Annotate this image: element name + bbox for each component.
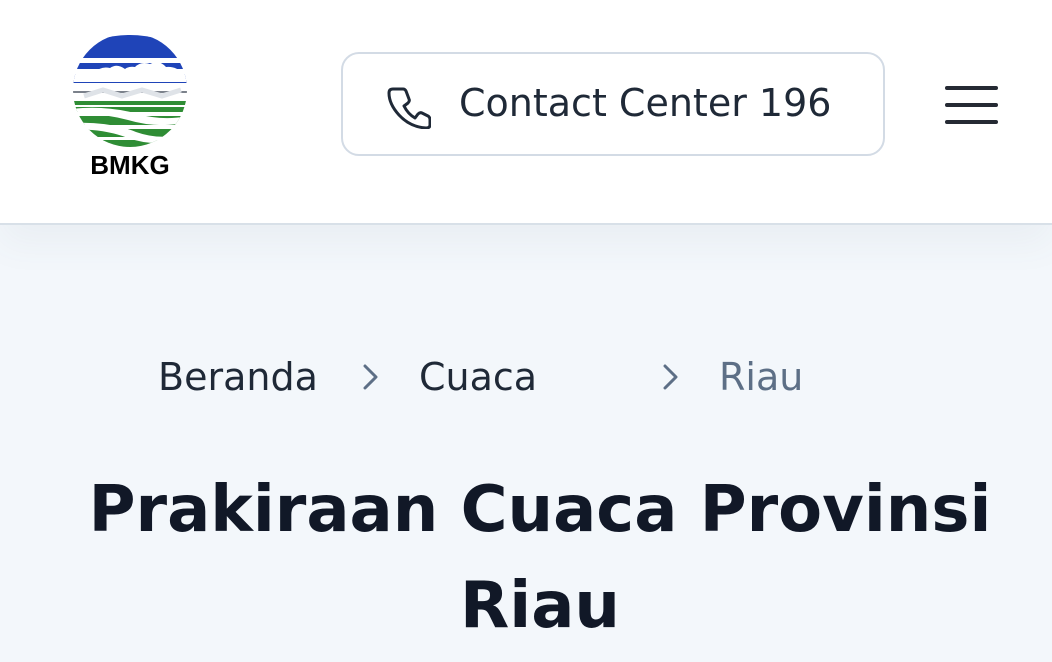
site-header: BMKG Contact Center 196: [0, 0, 1052, 225]
phone-icon: [387, 87, 431, 129]
page-title-line-2: Riau: [460, 569, 620, 643]
contact-center-label: Contact Center 196: [459, 81, 832, 125]
chevron-right-icon: [663, 364, 678, 390]
breadcrumb-cuaca-link[interactable]: Cuaca: [419, 353, 537, 401]
page-title-line-1: Prakiraan Cuaca Provinsi: [88, 473, 992, 547]
chevron-right-icon: [363, 364, 378, 390]
menu-icon-line-3: [945, 120, 998, 124]
page-title: Prakiraan Cuaca Provinsi Riau: [70, 462, 1010, 654]
contact-center-button[interactable]: Contact Center 196: [341, 52, 885, 156]
menu-icon-line-2: [945, 103, 998, 107]
bmkg-logo[interactable]: BMKG: [66, 32, 194, 182]
menu-icon-line-1: [945, 86, 998, 90]
breadcrumb-current-riau: Riau: [719, 355, 804, 399]
logo-text: BMKG: [90, 150, 170, 180]
menu-button[interactable]: [941, 82, 1003, 128]
breadcrumb: Beranda Cuaca Riau: [0, 353, 1052, 401]
breadcrumb-home-link[interactable]: Beranda: [158, 353, 318, 401]
bmkg-logo-icon: [73, 33, 187, 147]
